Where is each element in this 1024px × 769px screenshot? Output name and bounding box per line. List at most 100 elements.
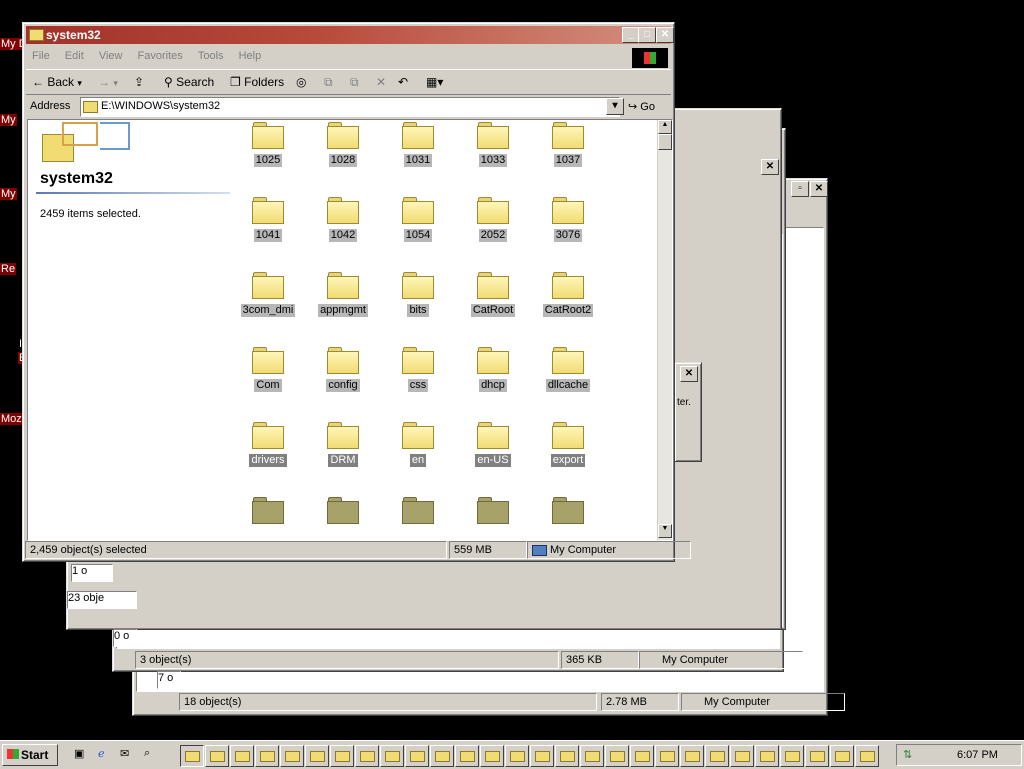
title-bar[interactable]: system32 _ □ ✕: [26, 26, 674, 44]
taskbar-window-button[interactable]: [280, 745, 304, 767]
folder-item[interactable]: 1042: [308, 197, 378, 257]
folder-item[interactable]: 1028: [308, 122, 378, 182]
taskbar-window-button[interactable]: [205, 745, 229, 767]
undo-icon[interactable]: ↶: [398, 72, 408, 92]
folder-item[interactable]: CatRoot: [458, 272, 528, 332]
folder-item-partial[interactable]: [233, 497, 303, 540]
maximize-button[interactable]: □: [638, 27, 656, 43]
taskbar-window-button[interactable]: [780, 745, 804, 767]
taskbar-window-button[interactable]: [630, 745, 654, 767]
close-button[interactable]: ✕: [656, 27, 674, 43]
folder-item[interactable]: 1054: [383, 197, 453, 257]
taskbar-window-button[interactable]: [455, 745, 479, 767]
up-folder-icon[interactable]: ⇪: [134, 72, 144, 92]
vertical-scrollbar[interactable]: ▲ ▼: [657, 120, 672, 540]
desktop-icon-label-2[interactable]: My: [0, 114, 17, 126]
explorer-window-system32[interactable]: system32 _ □ ✕ File Edit View Favorites …: [22, 22, 691, 562]
file-view[interactable]: system32 2459 items selected. 1025 1028 10…: [27, 119, 673, 541]
taskbar-window-button[interactable]: [705, 745, 729, 767]
taskbar-window-button[interactable]: [655, 745, 679, 767]
desktop-icon-label-3[interactable]: My: [0, 188, 17, 200]
taskbar-window-button[interactable]: [555, 745, 579, 767]
folder-item[interactable]: dllcache: [533, 347, 603, 407]
taskbar-window-button[interactable]: [730, 745, 754, 767]
close-icon[interactable]: ✕: [761, 159, 779, 175]
explorer-icon[interactable]: ⌕: [144, 747, 150, 760]
taskbar-window-button[interactable]: [755, 745, 779, 767]
views-icon[interactable]: ▦▾: [426, 72, 443, 92]
menu-help[interactable]: Help: [233, 47, 268, 65]
menu-edit[interactable]: Edit: [59, 47, 90, 65]
taskbar-window-button[interactable]: [580, 745, 604, 767]
taskbar-window-button[interactable]: [830, 745, 854, 767]
taskbar-window-button[interactable]: [505, 745, 529, 767]
taskbar-window-button[interactable]: [355, 745, 379, 767]
menu-favorites[interactable]: Favorites: [132, 47, 189, 65]
taskbar-window-button[interactable]: [180, 745, 204, 767]
show-desktop-icon[interactable]: ▣: [74, 747, 84, 760]
taskbar-window-button[interactable]: [680, 745, 704, 767]
copy-to-icon[interactable]: ⧉: [350, 72, 359, 92]
folder-item[interactable]: 1025: [233, 122, 303, 182]
folder-item[interactable]: 3com_dmi: [233, 272, 303, 332]
folder-item[interactable]: CatRoot2: [533, 272, 603, 332]
taskbar-window-button[interactable]: [255, 745, 279, 767]
back-button[interactable]: ← Back ▾: [32, 72, 82, 92]
address-go-button[interactable]: ↪ Go: [628, 97, 655, 117]
scroll-thumb[interactable]: [658, 134, 672, 150]
folder-item-partial[interactable]: [533, 497, 603, 540]
folder-item[interactable]: 2052: [458, 197, 528, 257]
start-button[interactable]: Start: [2, 744, 58, 766]
folder-item[interactable]: 1031: [383, 122, 453, 182]
forward-button[interactable]: → ▾: [98, 72, 118, 92]
taskbar-window-button[interactable]: [530, 745, 554, 767]
desktop-icon-label-4[interactable]: Re: [0, 263, 17, 275]
taskbar-window-button[interactable]: [430, 745, 454, 767]
folder-item[interactable]: 1037: [533, 122, 603, 182]
folder-item-partial[interactable]: [458, 497, 528, 540]
folder-item[interactable]: css: [383, 347, 453, 407]
menu-tools[interactable]: Tools: [192, 47, 230, 65]
taskbar-window-button[interactable]: [405, 745, 429, 767]
close-icon[interactable]: ✕: [680, 366, 698, 382]
history-icon[interactable]: ◎: [296, 72, 306, 92]
taskbar-window-button[interactable]: [305, 745, 329, 767]
folder-item[interactable]: Com: [233, 347, 303, 407]
folder-item[interactable]: en: [383, 422, 453, 482]
restore-icon[interactable]: ▫: [791, 181, 809, 197]
folder-item[interactable]: en-US: [458, 422, 528, 482]
address-input[interactable]: E:\WINDOWS\system32: [80, 97, 620, 117]
network-icon[interactable]: ⇅: [903, 748, 912, 761]
move-to-icon[interactable]: ⧉: [324, 72, 333, 92]
menu-file[interactable]: File: [26, 47, 56, 65]
folder-item[interactable]: config: [308, 347, 378, 407]
taskbar-window-button[interactable]: [805, 745, 829, 767]
folder-item[interactable]: 3076: [533, 197, 603, 257]
menu-view[interactable]: View: [93, 47, 129, 65]
search-button[interactable]: ⚲ Search: [164, 72, 214, 92]
folder-item[interactable]: 1033: [458, 122, 528, 182]
taskbar-window-button[interactable]: [480, 745, 504, 767]
folders-button[interactable]: ❐ Folders: [230, 72, 284, 92]
close-icon[interactable]: ✕: [810, 181, 828, 197]
folder-item[interactable]: appmgmt: [308, 272, 378, 332]
folder-item-partial[interactable]: [383, 497, 453, 540]
taskbar-window-button[interactable]: [330, 745, 354, 767]
folder-item[interactable]: export: [533, 422, 603, 482]
folder-item[interactable]: dhcp: [458, 347, 528, 407]
folder-item-partial[interactable]: [308, 497, 378, 540]
taskbar-window-button[interactable]: [605, 745, 629, 767]
taskbar-window-button[interactable]: [230, 745, 254, 767]
scroll-down-arrow-icon[interactable]: ▼: [658, 524, 672, 538]
outlook-express-icon[interactable]: ✉: [120, 747, 129, 760]
folder-item[interactable]: DRM: [308, 422, 378, 482]
clock[interactable]: 6:07 PM: [957, 749, 998, 761]
taskbar-window-button[interactable]: [380, 745, 404, 767]
folder-item[interactable]: 1041: [233, 197, 303, 257]
folder-item[interactable]: drivers: [233, 422, 303, 482]
internet-explorer-icon[interactable]: ℯ: [98, 747, 105, 760]
scroll-up-arrow-icon[interactable]: ▲: [658, 120, 672, 134]
folder-item[interactable]: bits: [383, 272, 453, 332]
dialog-window[interactable]: ✕ ter.: [674, 362, 702, 462]
taskbar-window-button[interactable]: [855, 745, 879, 767]
